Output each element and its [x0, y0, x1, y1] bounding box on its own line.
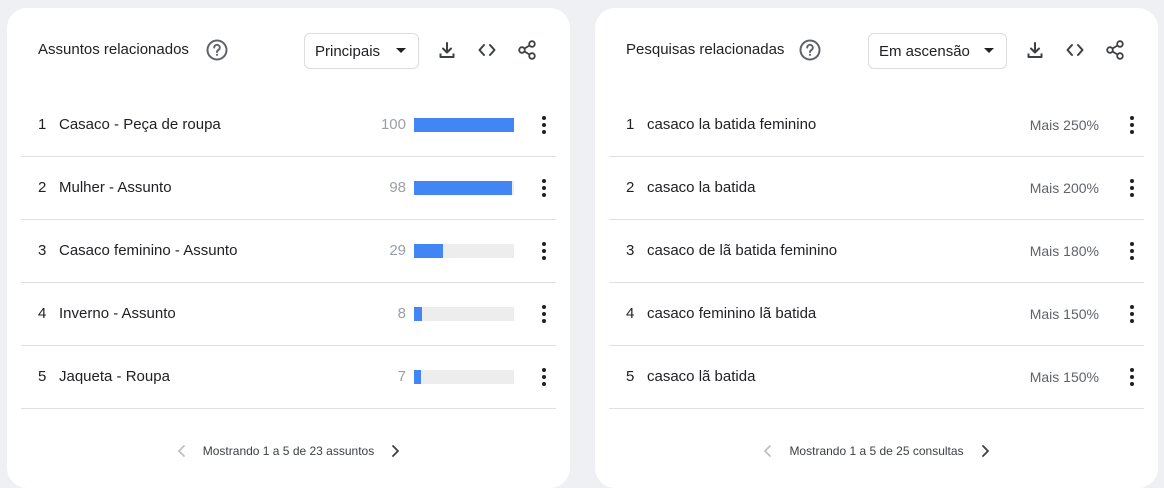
card-header: Pesquisas relacionadas Em ascensão: [595, 8, 1158, 94]
interest-bar-fill: [414, 370, 421, 384]
row-trend: Mais 200%: [1029, 180, 1099, 196]
table-row[interactable]: 3 Casaco feminino - Assunto 29: [21, 220, 556, 283]
table-row[interactable]: 5 casaco lã batida Mais 150%: [609, 346, 1144, 409]
row-label: casaco de lã batida feminino: [647, 242, 838, 259]
embed-code-icon[interactable]: [476, 39, 498, 61]
row-label: Mulher - Assunto: [59, 179, 172, 196]
table-row[interactable]: 4 casaco feminino lã batida Mais 150%: [609, 283, 1144, 346]
table-row[interactable]: 2 casaco la batida Mais 200%: [609, 157, 1144, 220]
caret-down-icon: [396, 48, 406, 53]
interest-bar: [414, 244, 514, 258]
row-rank: 5: [38, 368, 47, 385]
card-title: Assuntos relacionados: [38, 41, 189, 58]
table-row[interactable]: 1 Casaco - Peça de roupa 100: [21, 94, 556, 157]
row-label: casaco la batida feminino: [647, 116, 817, 133]
related-queries-card: Pesquisas relacionadas Em ascensão 1 casa…: [595, 8, 1158, 488]
more-vert-icon[interactable]: [532, 176, 556, 200]
row-trend: Mais 250%: [1029, 117, 1099, 133]
row-rank: 4: [38, 305, 47, 322]
filter-dropdown[interactable]: Em ascensão: [868, 33, 1007, 69]
row-rank: 2: [38, 179, 47, 196]
chevron-left-icon[interactable]: [173, 442, 191, 460]
pagination-text: Mostrando 1 a 5 de 23 assuntos: [202, 444, 375, 458]
table-row[interactable]: 4 Inverno - Assunto 8: [21, 283, 556, 346]
row-value: 98: [389, 179, 406, 196]
more-vert-icon[interactable]: [1120, 113, 1144, 137]
interest-bar-fill: [414, 307, 422, 321]
interest-bar: [414, 181, 514, 195]
table-row[interactable]: 3 casaco de lã batida feminino Mais 180%: [609, 220, 1144, 283]
card-header: Assuntos relacionados Principais: [7, 8, 570, 94]
table-row[interactable]: 1 casaco la batida feminino Mais 250%: [609, 94, 1144, 157]
chevron-right-icon[interactable]: [386, 442, 404, 460]
interest-bar-fill: [414, 181, 512, 195]
row-label: Jaqueta - Roupa: [59, 368, 170, 385]
chevron-right-icon[interactable]: [976, 442, 994, 460]
row-trend: Mais 150%: [1029, 369, 1099, 385]
interest-bar: [414, 118, 514, 132]
row-rank: 1: [626, 116, 635, 133]
row-trend: Mais 150%: [1029, 306, 1099, 322]
related-topics-list: 1 Casaco - Peça de roupa 100 2 Mulher - Assu…: [21, 94, 556, 409]
related-queries-list: 1 casaco la batida feminino Mais 250% 2 casa…: [609, 94, 1144, 409]
embed-code-icon[interactable]: [1064, 39, 1086, 61]
row-label: Casaco - Peça de roupa: [59, 116, 221, 133]
caret-down-icon: [984, 48, 994, 53]
row-rank: 2: [626, 179, 635, 196]
dropdown-value: Principais: [315, 42, 381, 60]
help-icon[interactable]: [799, 39, 821, 61]
share-icon[interactable]: [516, 39, 538, 61]
pagination: Mostrando 1 a 5 de 23 assuntos: [7, 442, 570, 460]
table-row[interactable]: 5 Jaqueta - Roupa 7: [21, 346, 556, 409]
row-label: Inverno - Assunto: [59, 305, 176, 322]
related-topics-card: Assuntos relacionados Principais 1 Casaco…: [7, 8, 570, 488]
chevron-left-icon[interactable]: [759, 442, 777, 460]
row-label: casaco la batida: [647, 179, 756, 196]
more-vert-icon[interactable]: [532, 239, 556, 263]
row-rank: 4: [626, 305, 635, 322]
row-rank: 3: [38, 242, 47, 259]
interest-bar: [414, 370, 514, 384]
interest-bar-fill: [414, 244, 443, 258]
row-label: casaco feminino lã batida: [647, 305, 817, 322]
more-vert-icon[interactable]: [1120, 176, 1144, 200]
more-vert-icon[interactable]: [1120, 365, 1144, 389]
help-icon[interactable]: [206, 39, 228, 61]
more-vert-icon[interactable]: [532, 302, 556, 326]
pagination-text: Mostrando 1 a 5 de 25 consultas: [789, 444, 964, 458]
filter-dropdown[interactable]: Principais: [304, 33, 419, 69]
more-vert-icon[interactable]: [1120, 302, 1144, 326]
share-icon[interactable]: [1104, 39, 1126, 61]
interest-bar-fill: [414, 118, 514, 132]
table-row[interactable]: 2 Mulher - Assunto 98: [21, 157, 556, 220]
row-rank: 3: [626, 242, 635, 259]
card-title: Pesquisas relacionadas: [626, 41, 785, 58]
more-vert-icon[interactable]: [1120, 239, 1144, 263]
interest-bar: [414, 307, 514, 321]
row-label: Casaco feminino - Assunto: [59, 242, 238, 259]
row-rank: 1: [38, 116, 47, 133]
pagination: Mostrando 1 a 5 de 25 consultas: [595, 442, 1158, 460]
row-label: casaco lã batida: [647, 368, 756, 385]
row-rank: 5: [626, 368, 635, 385]
row-trend: Mais 180%: [1029, 243, 1099, 259]
download-icon[interactable]: [1024, 39, 1046, 61]
row-value: 100: [380, 116, 406, 133]
more-vert-icon[interactable]: [532, 113, 556, 137]
row-value: 29: [389, 242, 406, 259]
more-vert-icon[interactable]: [532, 365, 556, 389]
download-icon[interactable]: [436, 39, 458, 61]
dropdown-value: Em ascensão: [879, 42, 970, 60]
row-value: 8: [397, 305, 406, 322]
row-value: 7: [397, 368, 406, 385]
